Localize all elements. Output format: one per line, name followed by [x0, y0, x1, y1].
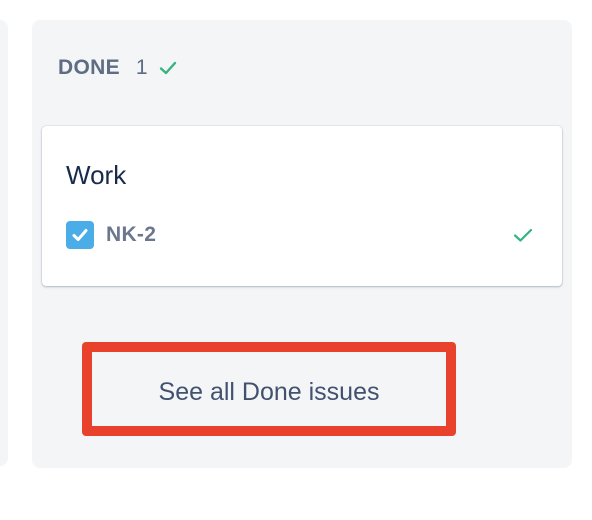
- issue-summary: Work: [66, 160, 127, 190]
- see-all-done-issues-label: See all Done issues: [158, 377, 380, 406]
- issue-card[interactable]: Work NK-2: [42, 126, 562, 286]
- see-all-done-issues-button[interactable]: See all Done issues: [82, 342, 456, 436]
- previous-column: [0, 20, 8, 466]
- column-title: DONE: [58, 56, 120, 79]
- checkbox-task-icon: [66, 221, 94, 249]
- column-issue-count: 1: [135, 56, 148, 79]
- issue-key[interactable]: NK-2: [106, 223, 156, 247]
- resolved-check-icon: [512, 224, 534, 246]
- check-icon: [158, 58, 178, 78]
- column-header: DONE 1: [58, 56, 178, 80]
- board-stage: DONE 1 Work NK-2 See all Done issues: [0, 0, 592, 520]
- issue-card-footer: NK-2: [66, 220, 534, 250]
